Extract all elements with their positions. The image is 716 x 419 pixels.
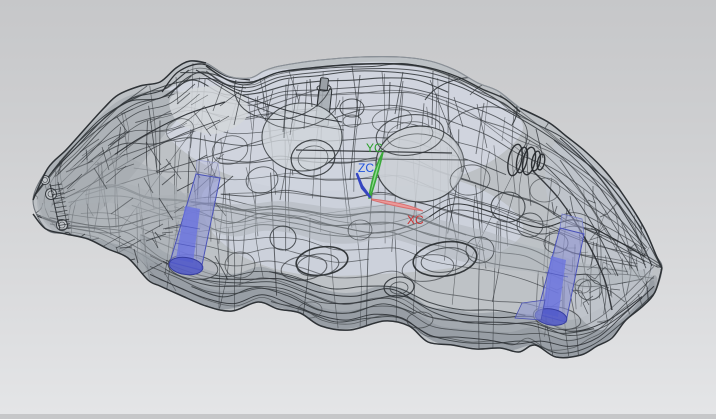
svg-text:YC: YC — [366, 141, 383, 155]
svg-text:ZC: ZC — [358, 161, 374, 175]
svg-text:XC: XC — [407, 213, 424, 227]
